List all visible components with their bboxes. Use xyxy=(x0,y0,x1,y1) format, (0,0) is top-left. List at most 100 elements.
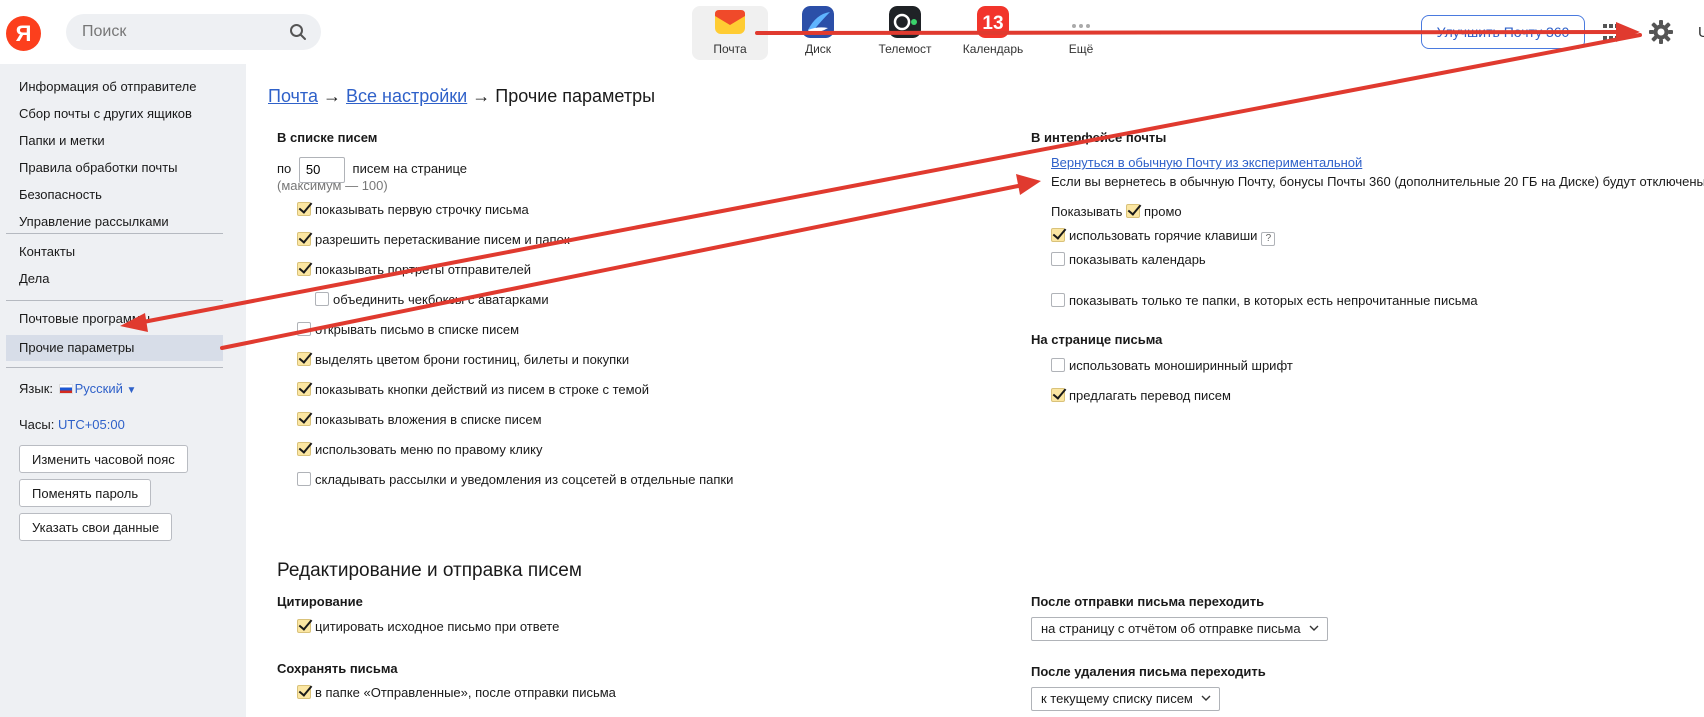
checkbox[interactable] xyxy=(297,472,311,486)
language-row: Язык: Русский ▼ xyxy=(19,381,136,396)
sidebar-divider xyxy=(6,233,223,234)
checkbox[interactable] xyxy=(1051,388,1065,402)
sidebar-divider xyxy=(6,300,223,301)
option-label: открывать письмо в списке писем xyxy=(315,322,520,337)
sidebar-item-subscriptions[interactable]: Управление рассылками xyxy=(6,209,223,235)
breadcrumb-mail-link[interactable]: Почта xyxy=(268,86,318,106)
search-box[interactable] xyxy=(66,14,321,50)
translate-row[interactable]: предлагать перевод писем xyxy=(1051,386,1231,406)
checkbox[interactable] xyxy=(297,322,311,336)
app-disk[interactable]: Диск xyxy=(780,6,856,60)
sidebar-item-mail-clients[interactable]: Почтовые программы xyxy=(6,306,223,332)
option-show-attachments[interactable]: показывать вложения в списке писем xyxy=(297,410,542,430)
sidebar-item-folders-labels[interactable]: Папки и метки xyxy=(6,128,223,154)
app-telemost[interactable]: Телемост xyxy=(867,6,943,60)
letter-page-section-title: На странице письма xyxy=(1031,332,1163,347)
caret-down-icon[interactable]: ▼ xyxy=(127,385,137,396)
app-calendar[interactable]: 13 Календарь xyxy=(955,6,1031,60)
option-label: показывать вложения в списке писем xyxy=(315,412,542,427)
breadcrumb-separator: → xyxy=(323,86,341,106)
sidebar-item-contacts[interactable]: Контакты xyxy=(6,239,223,265)
quote-label: цитировать исходное письмо при ответе xyxy=(315,619,560,634)
option-highlight-bookings[interactable]: выделять цветом брони гостиниц, билеты и… xyxy=(297,350,629,370)
option-open-in-list[interactable]: открывать письмо в списке писем xyxy=(297,320,519,340)
sidebar-item-tasks[interactable]: Дела xyxy=(6,266,223,292)
yandex-logo[interactable]: Я xyxy=(6,16,41,51)
option-social-folders[interactable]: складывать рассылки и уведомления из соц… xyxy=(297,470,733,490)
after-send-title: После отправки письма переходить xyxy=(1031,594,1265,609)
calendar-row[interactable]: показывать календарь xyxy=(1051,250,1206,270)
option-label: использовать меню по правому клику xyxy=(315,442,543,457)
option-action-buttons[interactable]: показывать кнопки действий из писем в ст… xyxy=(297,380,649,400)
save-title: Сохранять письма xyxy=(277,661,398,676)
app-more[interactable]: Ещё xyxy=(1043,6,1119,60)
after-delete-select[interactable]: к текущему списку писем xyxy=(1031,687,1220,711)
after-delete-value: к текущему списку писем xyxy=(1041,691,1193,706)
breadcrumb-separator: → xyxy=(472,86,491,106)
clock-row: Часы: UTC+05:00 xyxy=(19,417,125,432)
edit-personal-data-button[interactable]: Указать свои данные xyxy=(19,513,173,541)
show-promo-row: Показывать промо xyxy=(1051,202,1182,222)
change-timezone-button[interactable]: Изменить часовой пояс xyxy=(19,445,188,473)
return-to-classic-link[interactable]: Вернуться в обычную Почту из эксперимент… xyxy=(1051,155,1362,170)
checkbox[interactable] xyxy=(1051,293,1065,307)
checkbox[interactable] xyxy=(297,232,311,246)
checkbox[interactable] xyxy=(297,262,311,276)
app-mail[interactable]: Почта xyxy=(692,6,768,60)
more-dots-icon xyxy=(1072,24,1090,28)
translate-label: предлагать перевод писем xyxy=(1069,388,1231,403)
chevron-down-icon xyxy=(1309,625,1319,631)
language-selector[interactable]: Русский xyxy=(75,381,123,396)
checkbox[interactable] xyxy=(1051,228,1065,242)
calendar-app-icon: 13 xyxy=(977,6,1009,38)
option-label: показывать первую строчку письма xyxy=(315,202,529,217)
checkbox[interactable] xyxy=(1051,358,1065,372)
monospace-label: использовать моноширинный шрифт xyxy=(1069,358,1293,373)
quote-title: Цитирование xyxy=(277,594,363,609)
option-sender-portraits[interactable]: показывать портреты отправителей xyxy=(297,260,531,280)
app-disk-label: Диск xyxy=(804,42,832,56)
quote-row[interactable]: цитировать исходное письмо при ответе xyxy=(297,617,559,637)
top-bar: Я Почта Диск Телемост 13 xyxy=(0,0,1704,64)
sidebar-item-mail-collector[interactable]: Сбор почты с других ящиков xyxy=(6,101,223,127)
clock-value: UTC+05:00 xyxy=(57,417,125,432)
checkbox[interactable] xyxy=(315,292,329,306)
option-merge-checkboxes[interactable]: объединить чекбоксы с аватарками xyxy=(315,290,549,310)
save-label: в папке «Отправленные», после отправки п… xyxy=(315,685,616,700)
checkbox[interactable] xyxy=(297,619,311,633)
checkbox[interactable] xyxy=(1051,252,1065,266)
checkbox[interactable] xyxy=(297,382,311,396)
checkbox[interactable] xyxy=(297,442,311,456)
sidebar-item-filters[interactable]: Правила обработки почты xyxy=(6,155,223,181)
sidebar-item-sender-info[interactable]: Информация об отправителе xyxy=(6,74,223,100)
checkbox[interactable] xyxy=(297,412,311,426)
search-icon[interactable] xyxy=(289,23,307,41)
apps-grid-icon[interactable] xyxy=(1602,23,1620,41)
per-page-suffix: писем на странице xyxy=(352,161,468,176)
change-password-button[interactable]: Поменять пароль xyxy=(19,479,152,507)
upgrade-360-button[interactable]: Улучшить Почту 360 xyxy=(1421,15,1585,49)
sidebar-divider xyxy=(6,367,223,368)
save-row[interactable]: в папке «Отправленные», после отправки п… xyxy=(297,683,616,703)
sidebar-item-other-params[interactable]: Прочие параметры xyxy=(6,335,223,361)
option-context-menu[interactable]: использовать меню по правому клику xyxy=(297,440,542,460)
checkbox[interactable] xyxy=(297,202,311,216)
option-first-line[interactable]: показывать первую строчку письма xyxy=(297,200,529,220)
breadcrumb-all-settings-link[interactable]: Все настройки xyxy=(346,86,467,106)
monospace-row[interactable]: использовать моноширинный шрифт xyxy=(1051,356,1293,376)
interface-section-title: В интерфейсе почты xyxy=(1031,130,1167,145)
option-drag-drop[interactable]: разрешить перетаскивание писем и папок xyxy=(297,230,570,250)
checkbox[interactable] xyxy=(297,685,311,699)
unread-folders-row[interactable]: показывать только те папки, в которых ес… xyxy=(1051,291,1478,311)
user-avatar[interactable]: U xyxy=(1698,24,1704,41)
sidebar-item-security[interactable]: Безопасность xyxy=(6,182,223,208)
checkbox[interactable] xyxy=(1126,204,1140,218)
checkbox[interactable] xyxy=(297,352,311,366)
gear-icon[interactable] xyxy=(1648,19,1674,45)
help-icon[interactable]: ? xyxy=(1261,232,1276,246)
search-input[interactable] xyxy=(80,21,280,43)
mail-app-icon xyxy=(715,10,745,34)
after-send-select[interactable]: на страницу с отчётом об отправке письма xyxy=(1031,617,1328,641)
hotkeys-row[interactable]: использовать горячие клавиши? xyxy=(1051,226,1276,246)
option-label: объединить чекбоксы с аватарками xyxy=(333,292,549,307)
